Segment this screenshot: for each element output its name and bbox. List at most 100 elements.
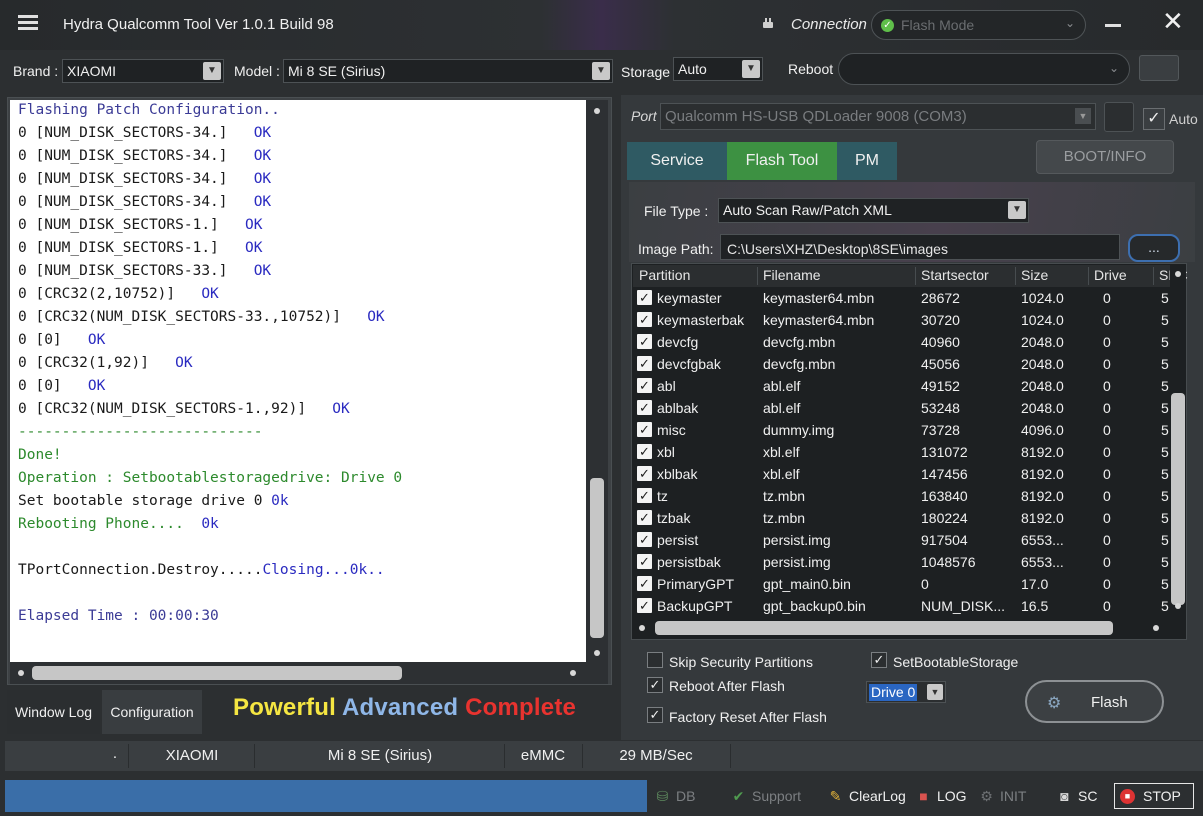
row-checkbox[interactable]: ✓ [637, 356, 652, 371]
column-header[interactable]: Startsector [921, 267, 989, 283]
partition-horizontal-scrollbar[interactable] [633, 618, 1169, 638]
table-row[interactable]: ✓ BackupGPT gpt_backup0.bin NUM_DISK... 16.5… [633, 595, 1171, 617]
hamburger-menu-icon[interactable] [18, 15, 38, 31]
db-button[interactable]: ⛁ DB [655, 788, 696, 805]
table-row[interactable]: ✓ devcfgbak devcfg.mbn 45056 2048.0 0 5 [633, 353, 1171, 375]
scroll-left-icon[interactable] [639, 625, 645, 631]
scroll-right-icon[interactable] [570, 670, 576, 676]
init-button[interactable]: ⚙ INIT [979, 788, 1026, 805]
row-checkbox[interactable]: ✓ [637, 400, 652, 415]
boot-info-button[interactable]: BOOT/INFO [1036, 140, 1174, 174]
cell-partition: BackupGPT [657, 598, 733, 614]
column-header[interactable]: Size [1021, 267, 1048, 283]
table-row[interactable]: ✓ devcfg devcfg.mbn 40960 2048.0 0 5 [633, 331, 1171, 353]
connection-mode-select[interactable]: ✓ Flash Mode ⌄ [871, 10, 1086, 40]
row-checkbox[interactable]: ✓ [637, 290, 652, 305]
tab-window-log[interactable]: Window Log [7, 690, 100, 734]
table-row[interactable]: ✓ abl abl.elf 49152 2048.0 0 5 [633, 375, 1171, 397]
table-row[interactable]: ✓ xbl xbl.elf 131072 8192.0 0 5 [633, 441, 1171, 463]
scroll-down-icon[interactable] [594, 650, 600, 656]
scrollbar-thumb[interactable] [655, 621, 1113, 635]
storage-select[interactable]: Auto ▼ [673, 57, 763, 81]
table-row[interactable]: ✓ tzbak tz.mbn 180224 8192.0 0 5 [633, 507, 1171, 529]
table-row[interactable]: ✓ persist persist.img 917504 6553... 0 5 [633, 529, 1171, 551]
file-type-label: File Type : [644, 203, 709, 219]
file-type-select[interactable]: Auto Scan Raw/Patch XML ▼ [718, 198, 1029, 223]
auto-port-checkbox[interactable]: ✓ [1143, 108, 1165, 130]
tab-pm[interactable]: PM [837, 142, 897, 180]
tab-flash-tool[interactable]: Flash Tool [727, 142, 837, 180]
status-storage: eMMC [520, 747, 566, 764]
clearlog-button[interactable]: ✎ ClearLog [828, 788, 906, 805]
column-header[interactable]: Drive [1094, 267, 1127, 283]
column-header[interactable]: Partition [639, 267, 690, 283]
support-button[interactable]: ✔ Support [731, 788, 801, 805]
row-checkbox[interactable]: ✓ [637, 422, 652, 437]
chevron-down-icon: ⌄ [1064, 16, 1075, 30]
table-row[interactable]: ✓ keymaster keymaster64.mbn 28672 1024.0 0 5 [633, 287, 1171, 309]
close-button[interactable]: ✕ [1162, 8, 1184, 34]
cell-drive: 0 [1103, 290, 1111, 306]
table-row[interactable]: ✓ PrimaryGPT gpt_main0.bin 0 17.0 0 5 [633, 573, 1171, 595]
log-line-text: 0 [CRC32(2,10752)] [18, 286, 202, 302]
row-checkbox[interactable]: ✓ [637, 598, 652, 613]
log-line-text: Elapsed Time : 00:00:30 [18, 608, 219, 624]
scroll-up-icon[interactable] [594, 108, 600, 114]
cell-size: 17.0 [1021, 576, 1049, 592]
row-checkbox[interactable]: ✓ [637, 488, 652, 503]
row-checkbox[interactable]: ✓ [637, 576, 652, 591]
scrollbar-thumb[interactable] [590, 478, 604, 638]
cell-drive: 0 [1103, 576, 1111, 592]
model-select[interactable]: Mi 8 SE (Sirius) ▼ [283, 59, 613, 83]
skip-security-checkbox[interactable] [647, 652, 663, 668]
row-checkbox[interactable]: ✓ [637, 312, 652, 327]
tab-service[interactable]: Service [627, 142, 727, 180]
row-checkbox[interactable]: ✓ [637, 444, 652, 459]
set-bootable-checkbox[interactable]: ✓ [871, 652, 887, 668]
table-row[interactable]: ✓ persistbak persist.img 1048576 6553... 0 5 [633, 551, 1171, 573]
scroll-left-icon[interactable] [18, 670, 24, 676]
table-row[interactable]: ✓ tz tz.mbn 163840 8192.0 0 5 [633, 485, 1171, 507]
reboot-execute-button[interactable] [1139, 55, 1179, 81]
row-checkbox[interactable]: ✓ [637, 466, 652, 481]
scrollbar-thumb[interactable] [32, 666, 402, 680]
table-row[interactable]: ✓ xblbak xbl.elf 147456 8192.0 0 5 [633, 463, 1171, 485]
log-button[interactable]: ■ LOG [916, 788, 966, 804]
row-checkbox[interactable]: ✓ [637, 378, 652, 393]
scroll-right-icon[interactable] [1153, 625, 1159, 631]
tab-configuration[interactable]: Configuration [102, 690, 202, 734]
factory-reset-checkbox[interactable]: ✓ [647, 707, 663, 723]
screenshot-button[interactable]: ◙ SC [1057, 788, 1097, 804]
scroll-down-icon[interactable] [1175, 603, 1181, 609]
row-checkbox[interactable]: ✓ [637, 554, 652, 569]
scrollbar-thumb[interactable] [1171, 393, 1185, 605]
table-row[interactable]: ✓ ablbak abl.elf 53248 2048.0 0 5 [633, 397, 1171, 419]
row-checkbox[interactable]: ✓ [637, 532, 652, 547]
row-checkbox[interactable]: ✓ [637, 510, 652, 525]
browse-button[interactable]: ... [1128, 234, 1180, 262]
stop-button[interactable]: ■ STOP [1114, 783, 1194, 809]
log-line: 0 [CRC32(2,10752)] OK [18, 286, 219, 302]
brand-select[interactable]: XIAOMI ▼ [62, 59, 224, 83]
log-vertical-scrollbar[interactable] [586, 100, 608, 662]
port-refresh-button[interactable] [1104, 102, 1134, 132]
column-header[interactable]: Filename [763, 267, 821, 283]
log-horizontal-scrollbar[interactable] [10, 662, 608, 684]
reboot-select[interactable]: ⌄ [838, 53, 1130, 85]
image-path-input[interactable]: C:\Users\XHZ\Desktop\8SE\images [720, 234, 1120, 260]
cell-filename: gpt_backup0.bin [763, 598, 866, 614]
table-row[interactable]: ✓ misc dummy.img 73728 4096.0 0 5 [633, 419, 1171, 441]
reboot-after-flash-checkbox[interactable]: ✓ [647, 677, 663, 693]
port-select[interactable]: Qualcomm HS-USB QDLoader 9008 (COM3) ▼ [660, 103, 1096, 130]
drive-select[interactable]: Drive 0 ▼ [866, 681, 946, 703]
minimize-button[interactable] [1105, 24, 1121, 27]
flash-button[interactable]: ⚙ Flash [1025, 680, 1164, 723]
table-row[interactable]: ✓ keymasterbak keymaster64.mbn 30720 1024.0 0… [633, 309, 1171, 331]
scroll-up-icon[interactable] [1175, 271, 1181, 277]
slogan: Powerful Advanced Complete [233, 694, 576, 722]
partition-vertical-scrollbar[interactable] [1170, 265, 1186, 617]
log-line: 0 [CRC32(NUM_DISK_SECTORS-33.,10752)] OK [18, 309, 385, 325]
factory-reset-label: Factory Reset After Flash [669, 709, 827, 725]
log-output[interactable]: Flashing Patch Configuration.. 0 [NUM_DIS… [10, 100, 586, 662]
row-checkbox[interactable]: ✓ [637, 334, 652, 349]
